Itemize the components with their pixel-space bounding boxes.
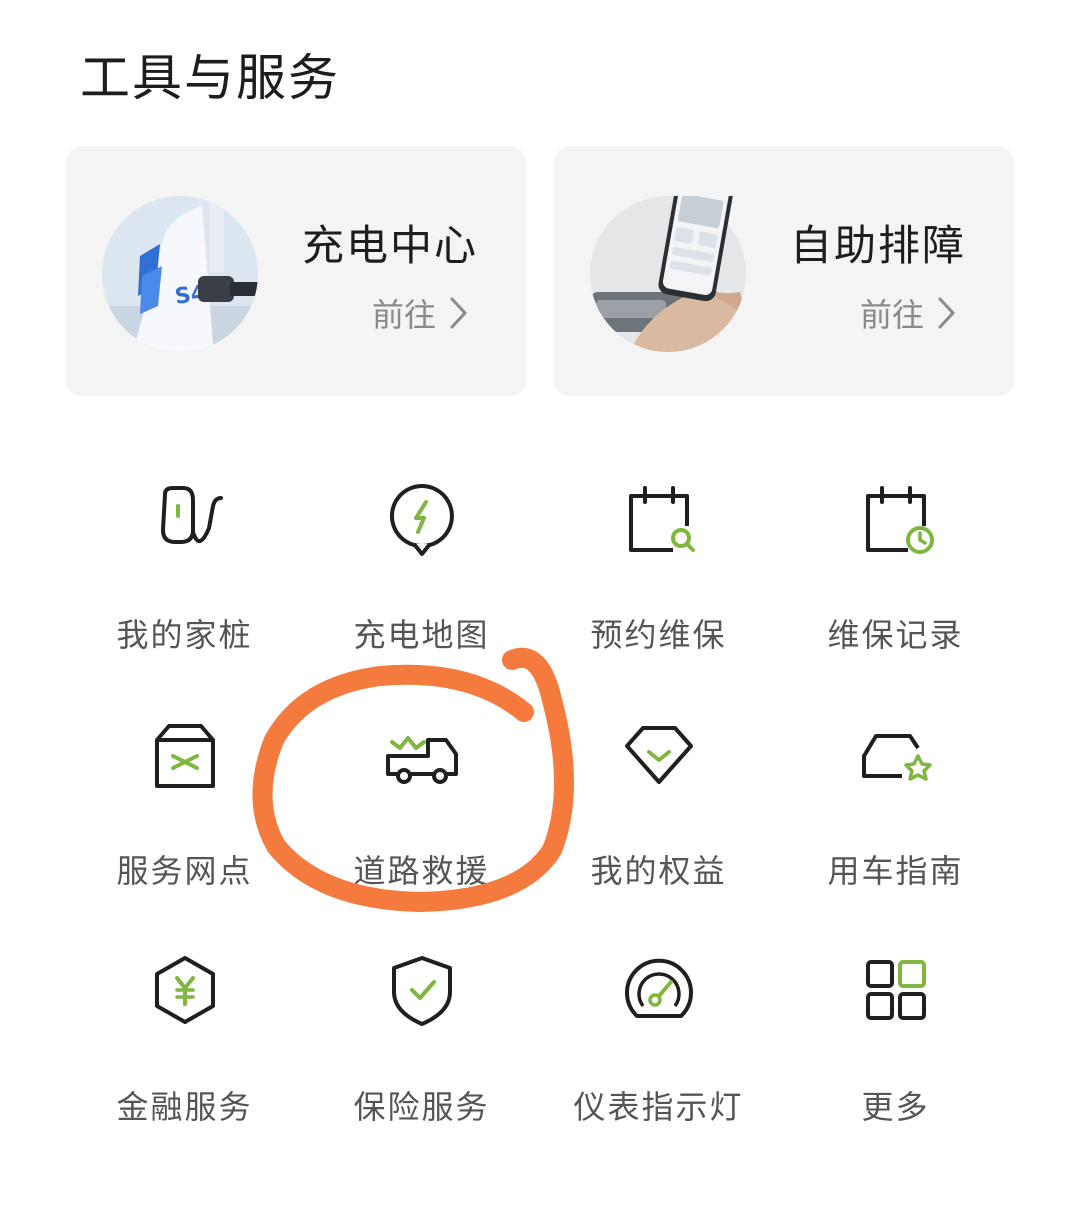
home-charger-icon <box>143 476 227 560</box>
tile-label: 仪表指示灯 <box>573 1088 744 1126</box>
maintenance-booking-icon <box>617 476 701 560</box>
charging-center-goto-link[interactable]: 前往 <box>372 290 470 336</box>
tile-maintenance-booking[interactable]: 预约维保 <box>540 460 777 696</box>
roadside-rescue-icon <box>380 712 464 796</box>
more-grid-icon <box>854 948 938 1032</box>
tile-label: 我的家桩 <box>116 616 253 654</box>
tile-home-charger[interactable]: 我的家桩 <box>66 460 303 696</box>
section-title: 工具与服务 <box>80 49 340 107</box>
charging-center-card[interactable]: S4 充电中心 前往 <box>66 146 526 396</box>
tile-label: 用车指南 <box>827 852 964 890</box>
finance-icon <box>143 948 227 1032</box>
goto-label: 前往 <box>859 296 924 334</box>
tile-maintenance-record[interactable]: 维保记录 <box>777 460 1014 696</box>
tile-service-outlet[interactable]: 服务网点 <box>66 696 303 932</box>
tile-label: 充电地图 <box>353 616 490 654</box>
maintenance-record-icon <box>854 476 938 560</box>
tile-label: 预约维保 <box>590 616 727 654</box>
tile-insurance[interactable]: 保险服务 <box>303 932 540 1168</box>
tile-label: 道路救援 <box>353 852 490 890</box>
phone-in-hand-image <box>590 176 746 352</box>
self-troubleshoot-title: 自助排障 <box>789 221 966 270</box>
tile-dashboard-light[interactable]: 仪表指示灯 <box>540 932 777 1168</box>
tile-label: 更多 <box>861 1088 930 1126</box>
tile-charging-map[interactable]: 充电地图 <box>303 460 540 696</box>
chevron-right-icon <box>938 297 955 329</box>
goto-label: 前往 <box>371 296 436 334</box>
insurance-icon <box>380 948 464 1032</box>
charging-station-image: S4 <box>102 196 258 352</box>
tile-label: 服务网点 <box>116 852 253 890</box>
tile-roadside-rescue[interactable]: 道路救援 <box>303 696 540 932</box>
car-guide-icon <box>854 712 938 796</box>
tile-more[interactable]: 更多 <box>777 932 1014 1168</box>
dashboard-light-icon <box>617 948 701 1032</box>
tools-grid: 我的家桩 充电地图 预约维保 维保记录 服务网点 道路救援 我的权益 用车指南 … <box>66 460 1014 1168</box>
tile-label: 维保记录 <box>827 616 964 654</box>
charging-center-title: 充电中心 <box>301 221 478 270</box>
self-troubleshoot-goto-link[interactable]: 前往 <box>860 290 958 336</box>
self-troubleshoot-card[interactable]: 自助排障 前往 <box>554 146 1014 396</box>
tile-label: 金融服务 <box>116 1088 253 1126</box>
tile-car-guide[interactable]: 用车指南 <box>777 696 1014 932</box>
chevron-right-icon <box>450 297 467 329</box>
tile-label: 我的权益 <box>590 852 727 890</box>
tile-label: 保险服务 <box>353 1088 490 1126</box>
charging-map-icon <box>380 476 464 560</box>
service-outlet-icon <box>143 712 227 796</box>
tile-finance[interactable]: 金融服务 <box>66 932 303 1168</box>
benefits-icon <box>617 712 701 796</box>
tile-benefits[interactable]: 我的权益 <box>540 696 777 932</box>
